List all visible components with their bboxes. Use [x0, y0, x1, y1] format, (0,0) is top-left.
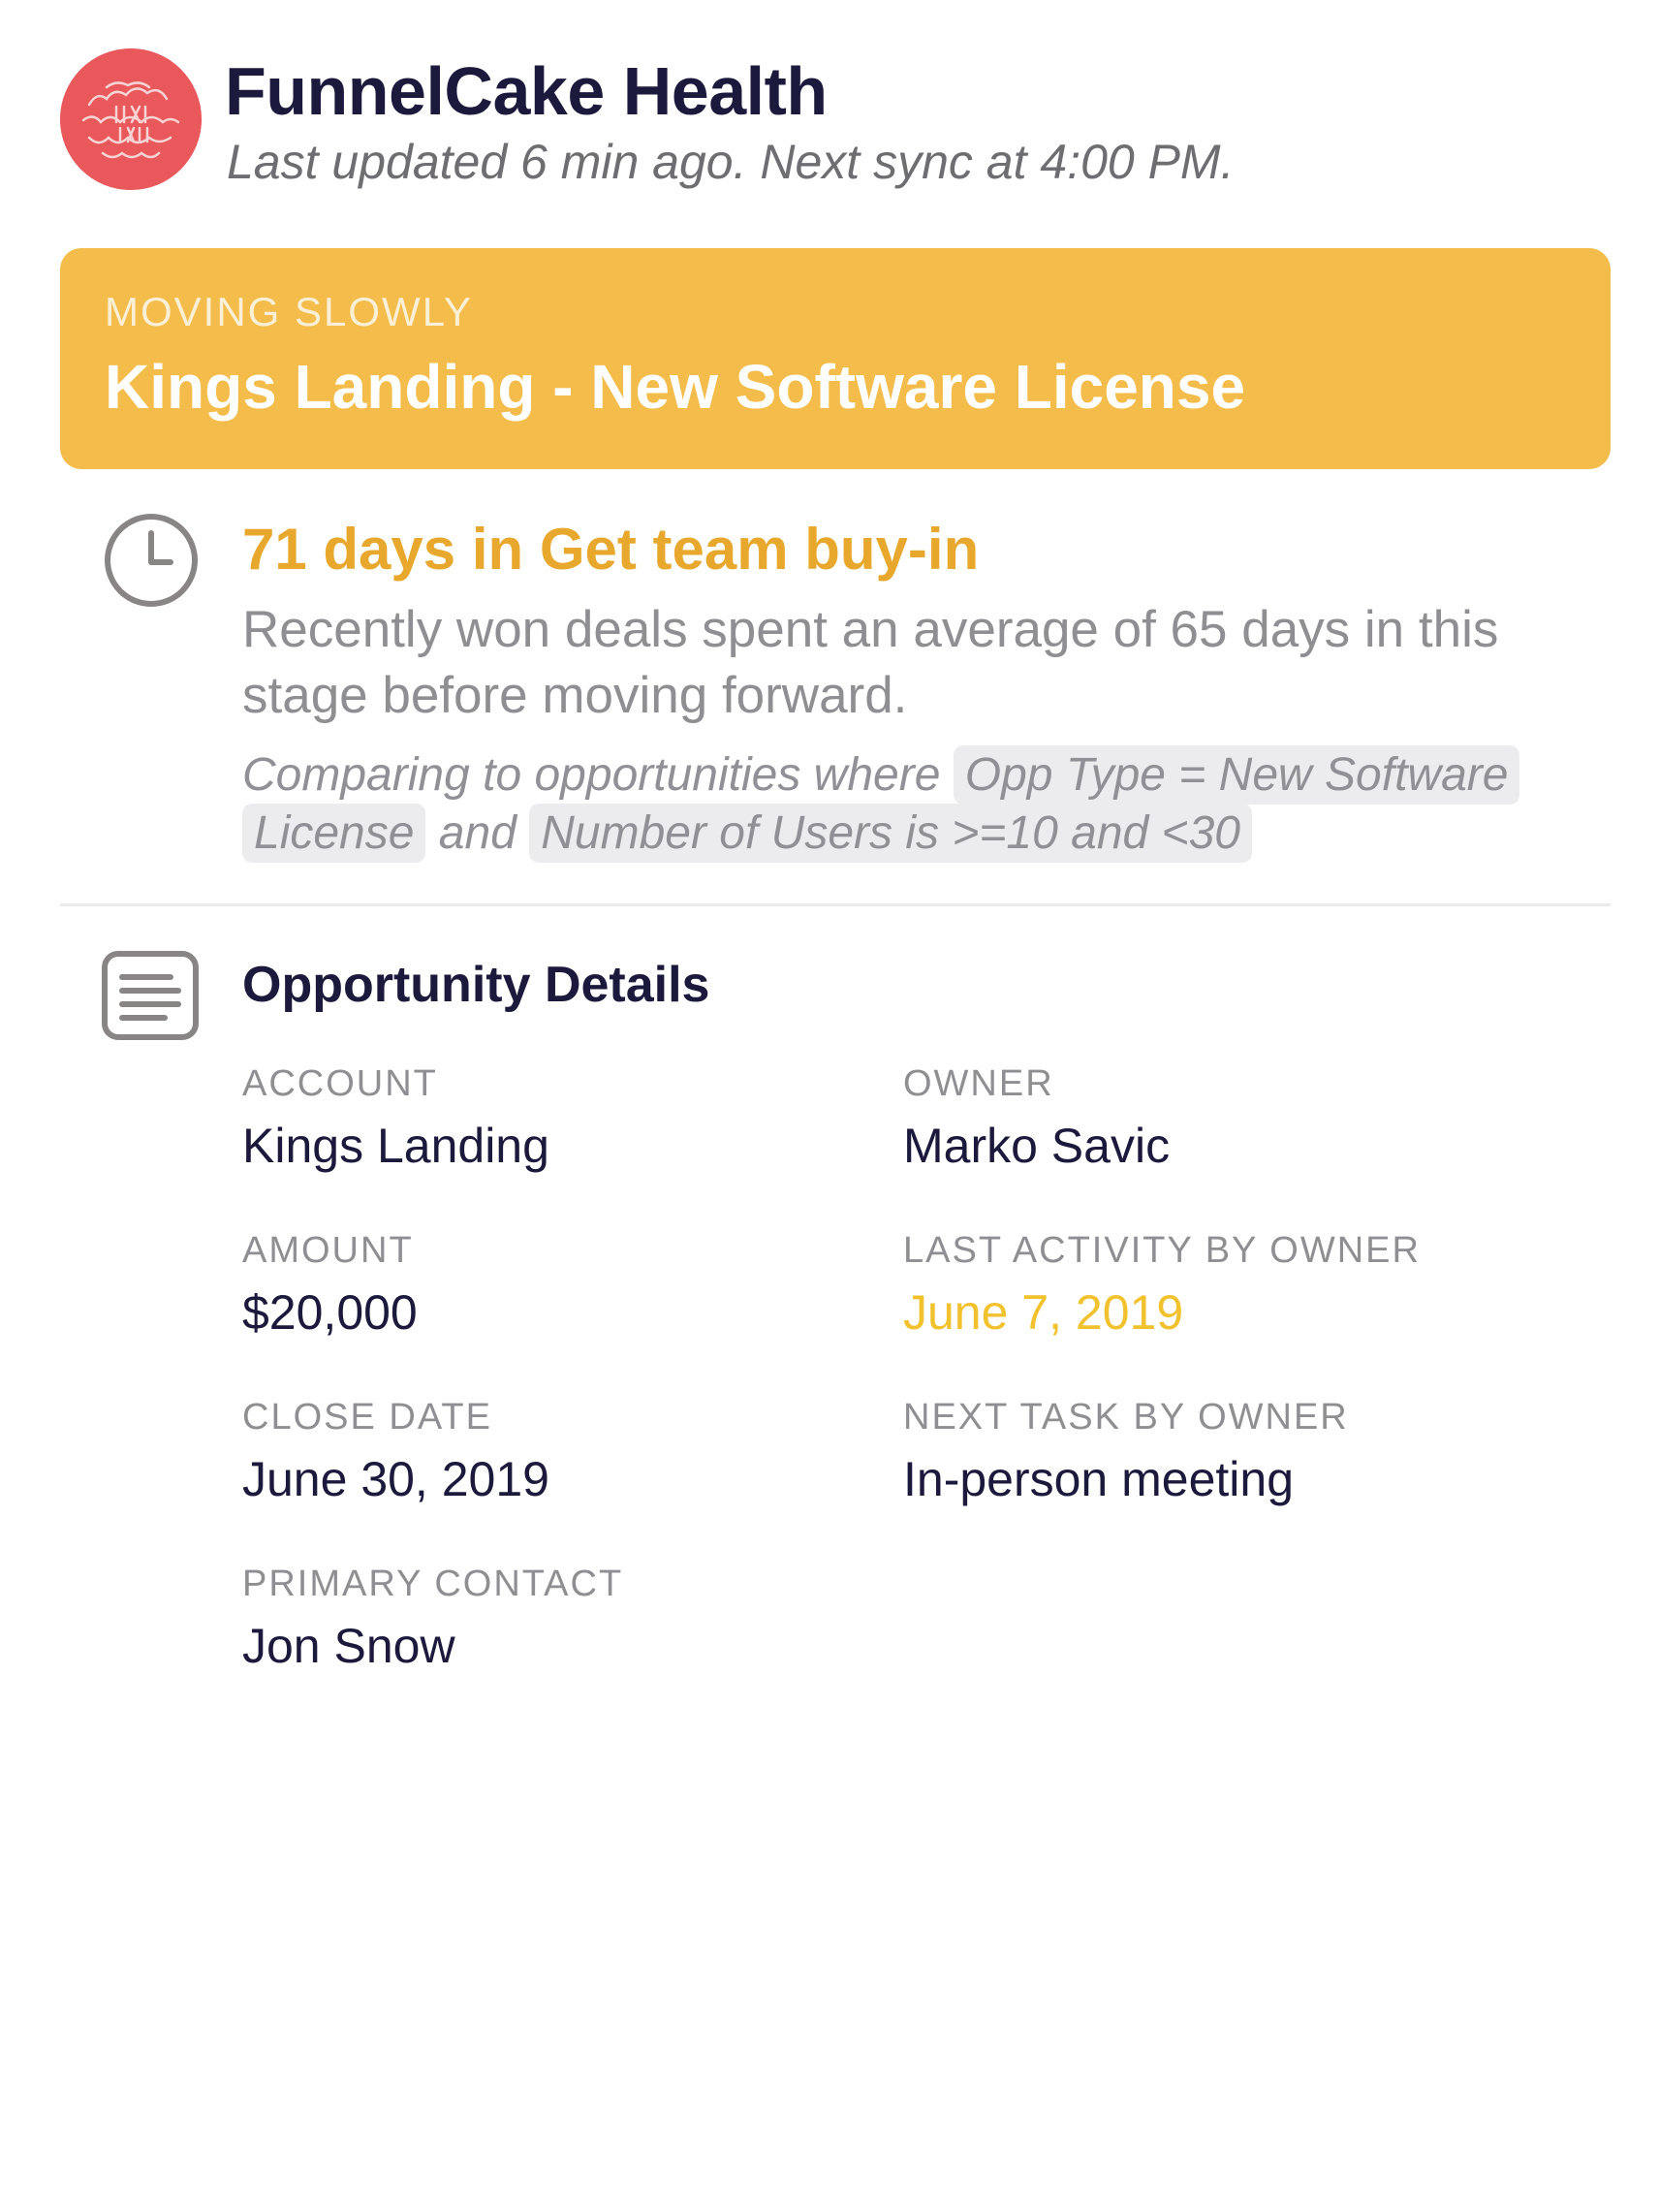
field-primary-contact: PRIMARY CONTACT Jon Snow [242, 1563, 843, 1673]
filter-tag-number-of-users[interactable]: Number of Users is >=10 and <30 [529, 804, 1252, 863]
comparison-criteria: Comparing to opportunities where Opp Typ… [242, 745, 1580, 863]
section-divider [60, 903, 1611, 906]
comparison-conjunction: and [438, 807, 516, 859]
field-account: ACCOUNT Kings Landing [242, 1062, 843, 1173]
field-owner: OWNER Marko Savic [903, 1062, 1504, 1173]
document-lines-icon [101, 946, 202, 1047]
field-value: In-person meeting [903, 1452, 1295, 1506]
field-label: OWNER [903, 1063, 1054, 1104]
clock-icon [101, 510, 202, 611]
field-close-date: CLOSE DATE June 30, 2019 [242, 1396, 843, 1506]
field-value: June 7, 2019 [903, 1285, 1184, 1340]
field-label: AMOUNT [242, 1230, 414, 1271]
sync-status: Last updated 6 min ago. Next sync at 4:0… [227, 135, 1235, 189]
field-label: CLOSE DATE [242, 1397, 492, 1438]
field-label: NEXT TASK BY OWNER [903, 1397, 1349, 1438]
field-next-task: NEXT TASK BY OWNER In-person meeting [903, 1396, 1504, 1506]
field-label: LAST ACTIVITY BY OWNER [903, 1230, 1421, 1271]
field-last-activity: LAST ACTIVITY BY OWNER June 7, 2019 [903, 1229, 1504, 1340]
opportunity-details-title: Opportunity Details [242, 957, 710, 1013]
field-value: Kings Landing [242, 1119, 549, 1173]
deal-status-banner[interactable]: MOVING SLOWLY Kings Landing - New Softwa… [60, 248, 1611, 469]
funnelcake-logo-icon [60, 48, 202, 190]
stage-description: Recently won deals spent an average of 6… [242, 601, 1499, 724]
deal-title: Kings Landing - New Software License [105, 352, 1246, 422]
field-value: $20,000 [242, 1285, 418, 1340]
comparison-prefix: Comparing to opportunities where [242, 749, 941, 801]
app-header: FunnelCake Health Last updated 6 min ago… [60, 48, 1611, 194]
field-label: ACCOUNT [242, 1063, 438, 1104]
field-value: Jon Snow [242, 1619, 455, 1673]
field-value: Marko Savic [903, 1119, 1171, 1173]
field-value: June 30, 2019 [242, 1452, 549, 1506]
field-label: PRIMARY CONTACT [242, 1564, 624, 1604]
deal-status-label: MOVING SLOWLY [105, 289, 473, 334]
field-amount: AMOUNT $20,000 [242, 1229, 843, 1340]
stage-duration-title: 71 days in Get team buy-in [242, 517, 980, 582]
app-title: FunnelCake Health [225, 53, 828, 129]
